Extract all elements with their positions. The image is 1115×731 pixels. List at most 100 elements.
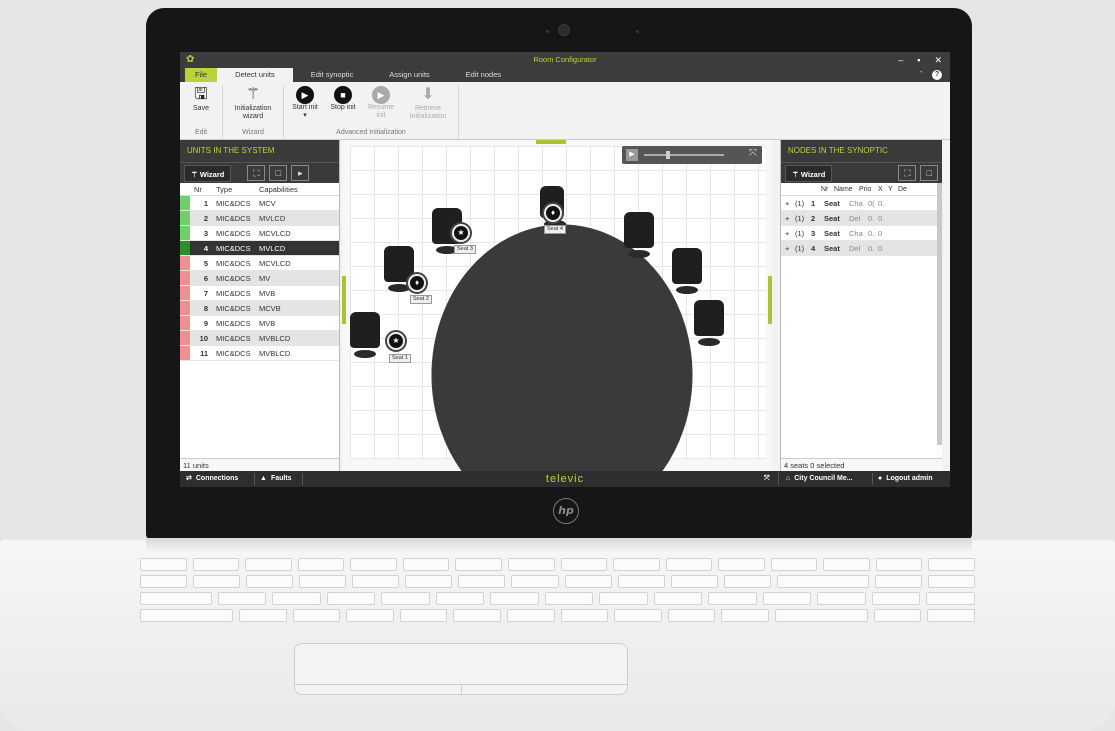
cell-nr: 1	[811, 199, 816, 208]
cell-prio: Del	[849, 244, 861, 253]
tab-edit-nodes[interactable]: Edit nodes	[448, 68, 519, 82]
collapse-ribbon-icon[interactable]: ⌃	[918, 68, 924, 82]
cell-capabilities: MVBLCD	[259, 349, 291, 358]
cell-type: MIC&DCS	[216, 304, 251, 313]
start-init-button[interactable]: ▶ Start init ▾	[290, 85, 320, 129]
meeting-label: City Council Me...	[794, 475, 853, 482]
table-row[interactable]: 9 MIC&DCS MVB	[180, 316, 339, 331]
table-row[interactable]: 5 MIC&DCS MCVLCD	[180, 256, 339, 271]
table-row[interactable]: 7 MIC&DCS MVB	[180, 286, 339, 301]
status-indicator	[180, 211, 190, 225]
table-row[interactable]: + (1) 1 Seat Cha 0(0.	[781, 196, 942, 211]
select-all-icon[interactable]: □	[269, 165, 288, 181]
cell-capabilities: MCVB	[259, 304, 281, 313]
chair	[624, 212, 654, 258]
select-region-icon[interactable]: ⛶	[898, 165, 917, 181]
col-nr[interactable]: Nr	[190, 183, 216, 195]
tab-edit-synoptic[interactable]: Edit synoptic	[293, 68, 372, 82]
faults-button[interactable]: ▲ Faults	[260, 471, 292, 487]
tab-file[interactable]: File	[185, 68, 218, 82]
playback-slider-handle[interactable]	[666, 151, 670, 159]
select-region-icon[interactable]: ⛶	[247, 165, 266, 181]
maximize-icon[interactable]: ▪	[917, 52, 920, 68]
play-icon[interactable]: ▶	[626, 149, 638, 161]
expand-icon[interactable]: +	[785, 211, 795, 225]
table-row[interactable]: + (1) 3 Seat Cha 0. 0	[781, 226, 942, 241]
minimize-icon[interactable]: ‒	[898, 52, 903, 68]
status-indicator	[180, 286, 190, 300]
laptop-hinge	[146, 538, 972, 552]
table-row[interactable]: 11 MIC&DCS MVBLCD	[180, 346, 339, 361]
fullscreen-icon[interactable]: ⤧	[749, 148, 757, 159]
ribbon-group-edit: 🖫 Save Edit	[180, 85, 223, 139]
expand-icon[interactable]: +	[785, 241, 795, 255]
cell-type: MIC&DCS	[216, 274, 251, 283]
initialization-wizard-button[interactable]: ⚚ Initialization wizard	[229, 85, 277, 129]
meeting-selector[interactable]: ⌂ City Council Me...	[786, 471, 853, 487]
expand-icon[interactable]: +	[785, 226, 795, 240]
status-indicator	[180, 226, 190, 240]
select-all-icon[interactable]: □	[920, 165, 939, 181]
playback-bar: ▶ ⤧	[622, 146, 762, 164]
col-x[interactable]: X	[878, 183, 888, 195]
export-icon[interactable]: ▸	[291, 165, 310, 181]
units-panel: UNITS IN THE SYSTEM ⚚ Wizard ⛶ □ ▸ Nr Ty…	[180, 140, 340, 471]
status-indicator	[180, 271, 190, 285]
fit-screen-button[interactable]: ⤧	[764, 471, 770, 487]
col-prio[interactable]: Prio	[859, 183, 878, 195]
save-button[interactable]: 🖫 Save	[186, 85, 216, 129]
stop-init-button[interactable]: ■ Stop init	[328, 85, 358, 129]
seat-marker[interactable]: ★	[452, 224, 470, 242]
retrieve-initialization-button[interactable]: ⬇ Retrieve Initialization	[404, 85, 452, 129]
logout-button[interactable]: ● Logout admin	[878, 471, 933, 487]
table-row[interactable]: 3 MIC&DCS MCVLCD	[180, 226, 339, 241]
help-icon[interactable]: ?	[932, 70, 942, 80]
hp-logo-icon: hp	[553, 498, 579, 524]
connections-button[interactable]: ⇄ Connections	[186, 471, 238, 487]
units-table-header: Nr Type Capabilities	[180, 183, 339, 196]
cell-group: (1)	[795, 199, 805, 208]
cell-x: 0.	[868, 244, 875, 253]
cell-type: MIC&DCS	[216, 319, 251, 328]
col-y[interactable]: Y	[888, 183, 898, 195]
touchpad	[294, 643, 628, 695]
cell-nr: 3	[203, 229, 208, 238]
status-indicator	[180, 301, 190, 315]
start-init-label: Start init ▾	[292, 104, 318, 119]
playback-slider[interactable]	[644, 154, 724, 156]
tab-detect-units[interactable]: Detect units	[217, 68, 293, 82]
col-type[interactable]: Type	[216, 183, 259, 195]
table-row[interactable]: 1 MIC&DCS MCV	[180, 196, 339, 211]
units-wizard-button[interactable]: ⚚ Wizard	[184, 164, 232, 182]
magic-wand-icon: ⚚	[191, 169, 200, 179]
close-icon[interactable]: ✕	[934, 52, 942, 68]
nodes-wizard-button[interactable]: ⚚ Wizard	[785, 164, 833, 182]
cell-capabilities: MVLCD	[259, 244, 286, 253]
table-row[interactable]: 10 MIC&DCS MVBLCD	[180, 331, 339, 346]
table-row[interactable]: 8 MIC&DCS MCVB	[180, 301, 339, 316]
warning-icon: ▲	[260, 475, 267, 482]
resume-init-button[interactable]: ▶ Resume init	[366, 85, 396, 129]
col-de[interactable]: De	[898, 183, 910, 195]
cell-name: Seat	[824, 229, 840, 238]
home-icon: ⌂	[786, 475, 791, 482]
cell-nr: 10	[199, 334, 208, 343]
seat-marker[interactable]: ♦	[408, 274, 426, 292]
expand-icon[interactable]: +	[785, 196, 795, 210]
status-indicator	[180, 316, 190, 330]
table-row[interactable]: 2 MIC&DCS MVLCD	[180, 211, 339, 226]
play-icon: ▶	[296, 86, 314, 104]
table-row[interactable]: + (1) 2 Seat Del 0. 0.	[781, 211, 942, 226]
table-row[interactable]: + (1) 4 Seat Del 0. 0	[781, 241, 942, 256]
col-capabilities[interactable]: Capabilities	[259, 183, 298, 195]
col-name[interactable]: Name	[834, 183, 859, 195]
col-nr[interactable]: Nr	[821, 183, 834, 195]
seat-marker[interactable]: ★	[387, 332, 405, 350]
nodes-scrollbar[interactable]	[937, 183, 942, 445]
table-row[interactable]: 6 MIC&DCS MV	[180, 271, 339, 286]
tab-assign-units[interactable]: Assign units	[371, 68, 447, 82]
stop-icon: ■	[334, 86, 352, 104]
synoptic-canvas[interactable]: ★ Seat 3 ♦ Seat 2 ★ Seat 1 ♦ Seat 4 ▶ ⤧	[342, 140, 772, 471]
table-row[interactable]: 4 MIC&DCS MVLCD	[180, 241, 339, 256]
seat-marker[interactable]: ♦	[544, 204, 562, 222]
